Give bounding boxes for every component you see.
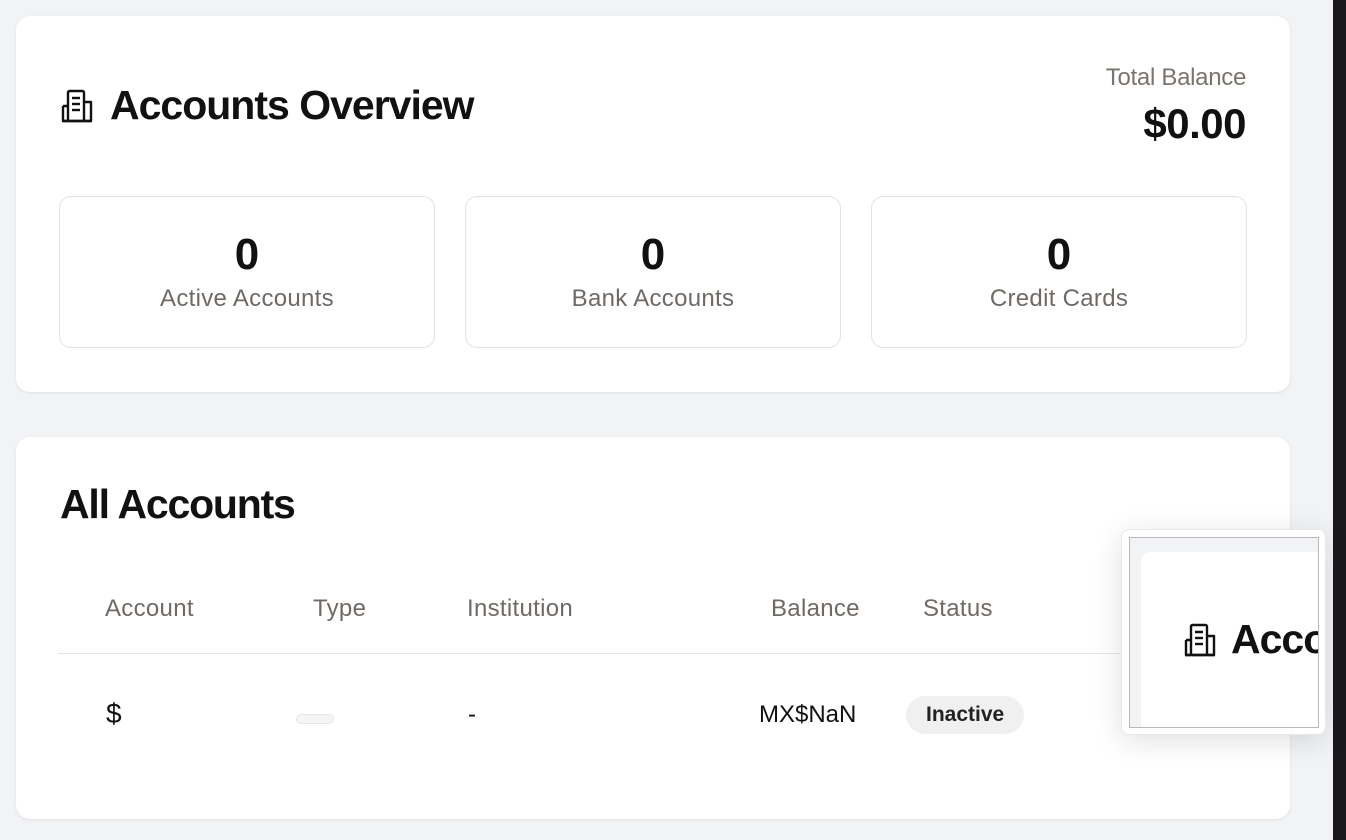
accounts-table: Account Type Institution Balance Status … [58, 585, 1248, 764]
accounts-overview-card: Accounts Overview Total Balance $0.00 0 … [16, 16, 1290, 392]
stat-label: Bank Accounts [571, 285, 735, 312]
column-header-institution[interactable]: Institution [467, 595, 573, 623]
page-title: Accounts Overview [110, 82, 475, 128]
column-header-balance[interactable]: Balance [771, 595, 860, 623]
stat-bank-accounts: 0 Bank Accounts [465, 196, 841, 348]
column-header-type[interactable]: Type [313, 595, 366, 623]
stats-row: 0 Active Accounts 0 Bank Accounts 0 Cred… [59, 196, 1247, 349]
window-edge [1333, 0, 1346, 840]
column-header-account[interactable]: Account [105, 595, 194, 623]
thumbnail-header: Accounts Overview [1183, 616, 1319, 663]
stat-label: Active Accounts [160, 285, 334, 312]
type-badge [296, 714, 334, 724]
thumbnail-card: Accounts Overview [1141, 552, 1319, 727]
overview-header: Accounts Overview [60, 82, 475, 129]
stat-active-accounts: 0 Active Accounts [59, 196, 435, 348]
all-accounts-card: All Accounts Account Type Institution Ba… [16, 437, 1290, 819]
account-cell: $ [106, 698, 122, 729]
stat-label: Credit Cards [989, 285, 1129, 312]
total-balance-value: $0.00 [1143, 100, 1246, 147]
table-header: Account Type Institution Balance Status [58, 585, 1248, 654]
stat-credit-cards: 0 Credit Cards [871, 196, 1247, 348]
status-badge: Inactive [906, 696, 1025, 734]
institution-cell: - [468, 701, 476, 728]
section-title: All Accounts [60, 481, 296, 527]
building-icon [60, 88, 94, 124]
thumbnail-frame: Accounts Overview [1129, 537, 1319, 728]
balance-cell: MX$NaN [759, 701, 857, 728]
column-header-status[interactable]: Status [923, 595, 993, 623]
total-balance: Total Balance $0.00 [1105, 64, 1247, 148]
page-thumbnail-preview[interactable]: Accounts Overview [1121, 529, 1326, 735]
stat-value: 0 [1046, 230, 1072, 279]
stat-value: 0 [640, 230, 666, 279]
total-balance-label: Total Balance [1105, 64, 1247, 91]
table-row[interactable]: $ - MX$NaN Inactive [58, 654, 1248, 764]
stat-value: 0 [234, 230, 260, 279]
building-icon [1183, 622, 1217, 658]
thumbnail-title: Accounts Overview [1231, 616, 1319, 662]
page: Accounts Overview Total Balance $0.00 0 … [0, 0, 1346, 840]
